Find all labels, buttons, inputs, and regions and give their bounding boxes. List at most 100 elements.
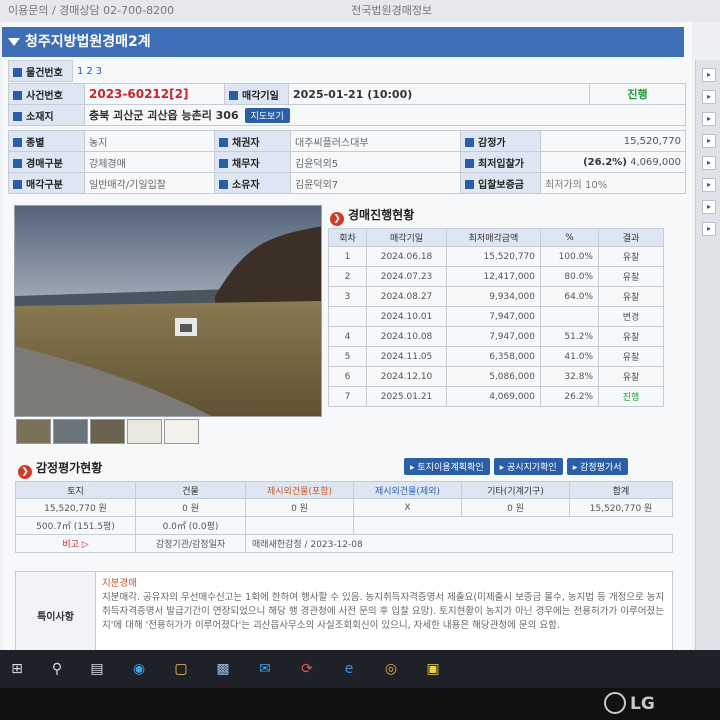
- item-link-3[interactable]: 3: [96, 66, 102, 77]
- type-label-cell: 종별: [8, 130, 85, 152]
- sale-kind-label-cell: 매각구분: [8, 172, 85, 194]
- row-round: 3: [328, 286, 367, 307]
- property-info-table: 종별 농지 채권자 대주씨플러스대부 감정가 15,520,770 경매구분 강…: [8, 130, 686, 194]
- progress-row: 2 2024.07.23 12,417,000 80.0% 유찰: [328, 266, 664, 287]
- task-view-icon[interactable]: ▤: [88, 660, 106, 678]
- debtor-value: 김윤덕외5: [295, 158, 339, 170]
- appraisal-report-button[interactable]: ▸ 감정평가서: [566, 458, 628, 475]
- public-price-button[interactable]: ▸ 공시지가확인: [493, 458, 563, 475]
- bullet-square-icon: [13, 90, 22, 100]
- debtor-cell: 김윤덕외5: [290, 151, 461, 173]
- header-other: 기타(기계기구): [461, 481, 570, 499]
- row-date: 2024.10.01: [366, 306, 447, 327]
- row-amount: 6,358,000: [446, 346, 541, 367]
- row-date: 2024.10.08: [366, 326, 447, 347]
- appraisal-label-cell: 감정가: [460, 130, 541, 152]
- sale-date-label-cell: 매각기일: [224, 83, 289, 105]
- item-link-2[interactable]: 2: [86, 66, 92, 77]
- row-percent: 32.8%: [540, 366, 599, 387]
- row-result: 유찰: [598, 326, 664, 347]
- windows-start-icon[interactable]: ⊞: [8, 660, 26, 678]
- extra-excl-value: X: [353, 498, 462, 517]
- row-percent: 64.0%: [540, 286, 599, 307]
- internet-explorer-icon[interactable]: e: [340, 660, 358, 678]
- store-icon[interactable]: ▩: [214, 660, 232, 678]
- bullet-square-icon: [13, 137, 22, 147]
- special-notes-text: 지분경매 지분매각. 공유자의 우선매수신고는 1회에 한하여 행사할 수 있음…: [102, 577, 668, 633]
- field-landscape-image: [15, 206, 321, 416]
- row-date: 2024.06.18: [366, 246, 447, 267]
- type-cell: 농지: [84, 130, 215, 152]
- side-tab-icon[interactable]: ▸: [702, 90, 716, 104]
- header-result: 결과: [598, 228, 664, 247]
- min-bid-label: 최저입찰가: [478, 158, 524, 170]
- appraisal-label: 감정가: [478, 137, 506, 149]
- court-title-bar: 청주지방법원경매2계: [2, 27, 684, 57]
- top-bar: 이용문의 / 경매상담 02-700-8200 전국법원경매정보: [0, 0, 720, 22]
- row-date: 2025.01.21: [366, 386, 447, 407]
- side-tab-icon[interactable]: ▸: [702, 112, 716, 126]
- owner-value: 김윤덕외7: [295, 179, 339, 191]
- thumbnail-2[interactable]: [53, 419, 88, 444]
- auction-kind-label: 경매구분: [26, 158, 63, 170]
- side-tab-icon[interactable]: ▸: [702, 178, 716, 192]
- header-land: 토지: [15, 481, 136, 499]
- auction-kind-value: 강제경매: [89, 158, 126, 170]
- side-tab-icon[interactable]: ▸: [702, 68, 716, 82]
- appraisal-report-label: 감정평가서: [580, 463, 622, 473]
- mail-icon[interactable]: ✉: [256, 660, 274, 678]
- auction-kind-cell: 강제경매: [84, 151, 215, 173]
- property-photo[interactable]: [14, 205, 322, 417]
- row-result: 유찰: [598, 246, 664, 267]
- bullet-square-icon: [219, 137, 228, 147]
- item-link-1[interactable]: 1: [77, 66, 83, 77]
- debtor-label: 채무자: [232, 158, 260, 170]
- auction-kind-label-cell: 경매구분: [8, 151, 85, 173]
- building-area: 0.0㎡ (0.0평): [135, 516, 246, 535]
- thumbnail-5[interactable]: [164, 419, 199, 444]
- side-tab-icon[interactable]: ▸: [702, 134, 716, 148]
- min-bid-label-cell: 최저입찰가: [460, 151, 541, 173]
- bullet-square-icon: [219, 158, 228, 168]
- note-link[interactable]: 비고 ▷: [15, 534, 136, 553]
- progress-row: 5 2024.11.05 6,358,000 41.0% 유찰: [328, 346, 664, 367]
- row-round: 6: [328, 366, 367, 387]
- right-side-panel[interactable]: ▸ ▸ ▸ ▸ ▸ ▸ ▸ ▸: [695, 60, 720, 650]
- sale-date: 2025-01-21 (10:00): [293, 87, 413, 101]
- side-tab-icon[interactable]: ▸: [702, 222, 716, 236]
- side-tab-icon[interactable]: ▸: [702, 200, 716, 214]
- case-no-label-cell: 사건번호: [8, 83, 85, 105]
- appraisal-title: 감정평가현황: [36, 461, 103, 475]
- deposit-label: 입찰보증금: [478, 179, 524, 191]
- chrome-icon[interactable]: ◎: [382, 660, 400, 678]
- edge-browser-icon[interactable]: ◉: [130, 660, 148, 678]
- row-result: 유찰: [598, 266, 664, 287]
- file-explorer-icon[interactable]: ▢: [172, 660, 190, 678]
- location-address: 충북 괴산군 괴산읍 능촌리 306: [89, 109, 239, 122]
- monitor-logo: LG: [604, 692, 655, 714]
- status-badge: 진행: [627, 88, 648, 101]
- sticky-notes-icon[interactable]: ▣: [424, 660, 442, 678]
- location-label-cell: 소재지: [8, 104, 85, 126]
- triangle-down-icon: [8, 38, 20, 46]
- item-no-label-cell: 물건번호: [8, 60, 73, 82]
- map-view-button[interactable]: 지도보기: [244, 108, 290, 123]
- search-icon[interactable]: ⚲: [48, 660, 66, 678]
- side-tab-icon[interactable]: ▸: [702, 156, 716, 170]
- owner-label: 소유자: [232, 179, 260, 191]
- media-app-icon[interactable]: ⟳: [298, 660, 316, 678]
- thumbnail-3[interactable]: [90, 419, 125, 444]
- thumbnail-1[interactable]: [16, 419, 51, 444]
- min-bid-percent: (26.2%): [583, 156, 627, 168]
- row-percent: 100.0%: [540, 246, 599, 267]
- sale-kind-cell: 일반매각/기일입찰: [84, 172, 215, 194]
- bullet-square-icon: [13, 179, 22, 189]
- min-bid-cell: (26.2%) 4,069,000: [540, 151, 686, 173]
- type-value: 농지: [89, 137, 108, 149]
- land-use-plan-button[interactable]: ▸ 토지이용계획확인: [404, 458, 490, 475]
- extra-incl-value: 0 원: [245, 498, 354, 517]
- auction-progress-table: 회차 매각기일 최저매각금액 % 결과 1 2024.06.18 15,520,77…: [328, 228, 664, 407]
- other-value: 0 원: [461, 498, 570, 517]
- thumbnail-4[interactable]: [127, 419, 162, 444]
- bullet-square-icon: [13, 111, 22, 121]
